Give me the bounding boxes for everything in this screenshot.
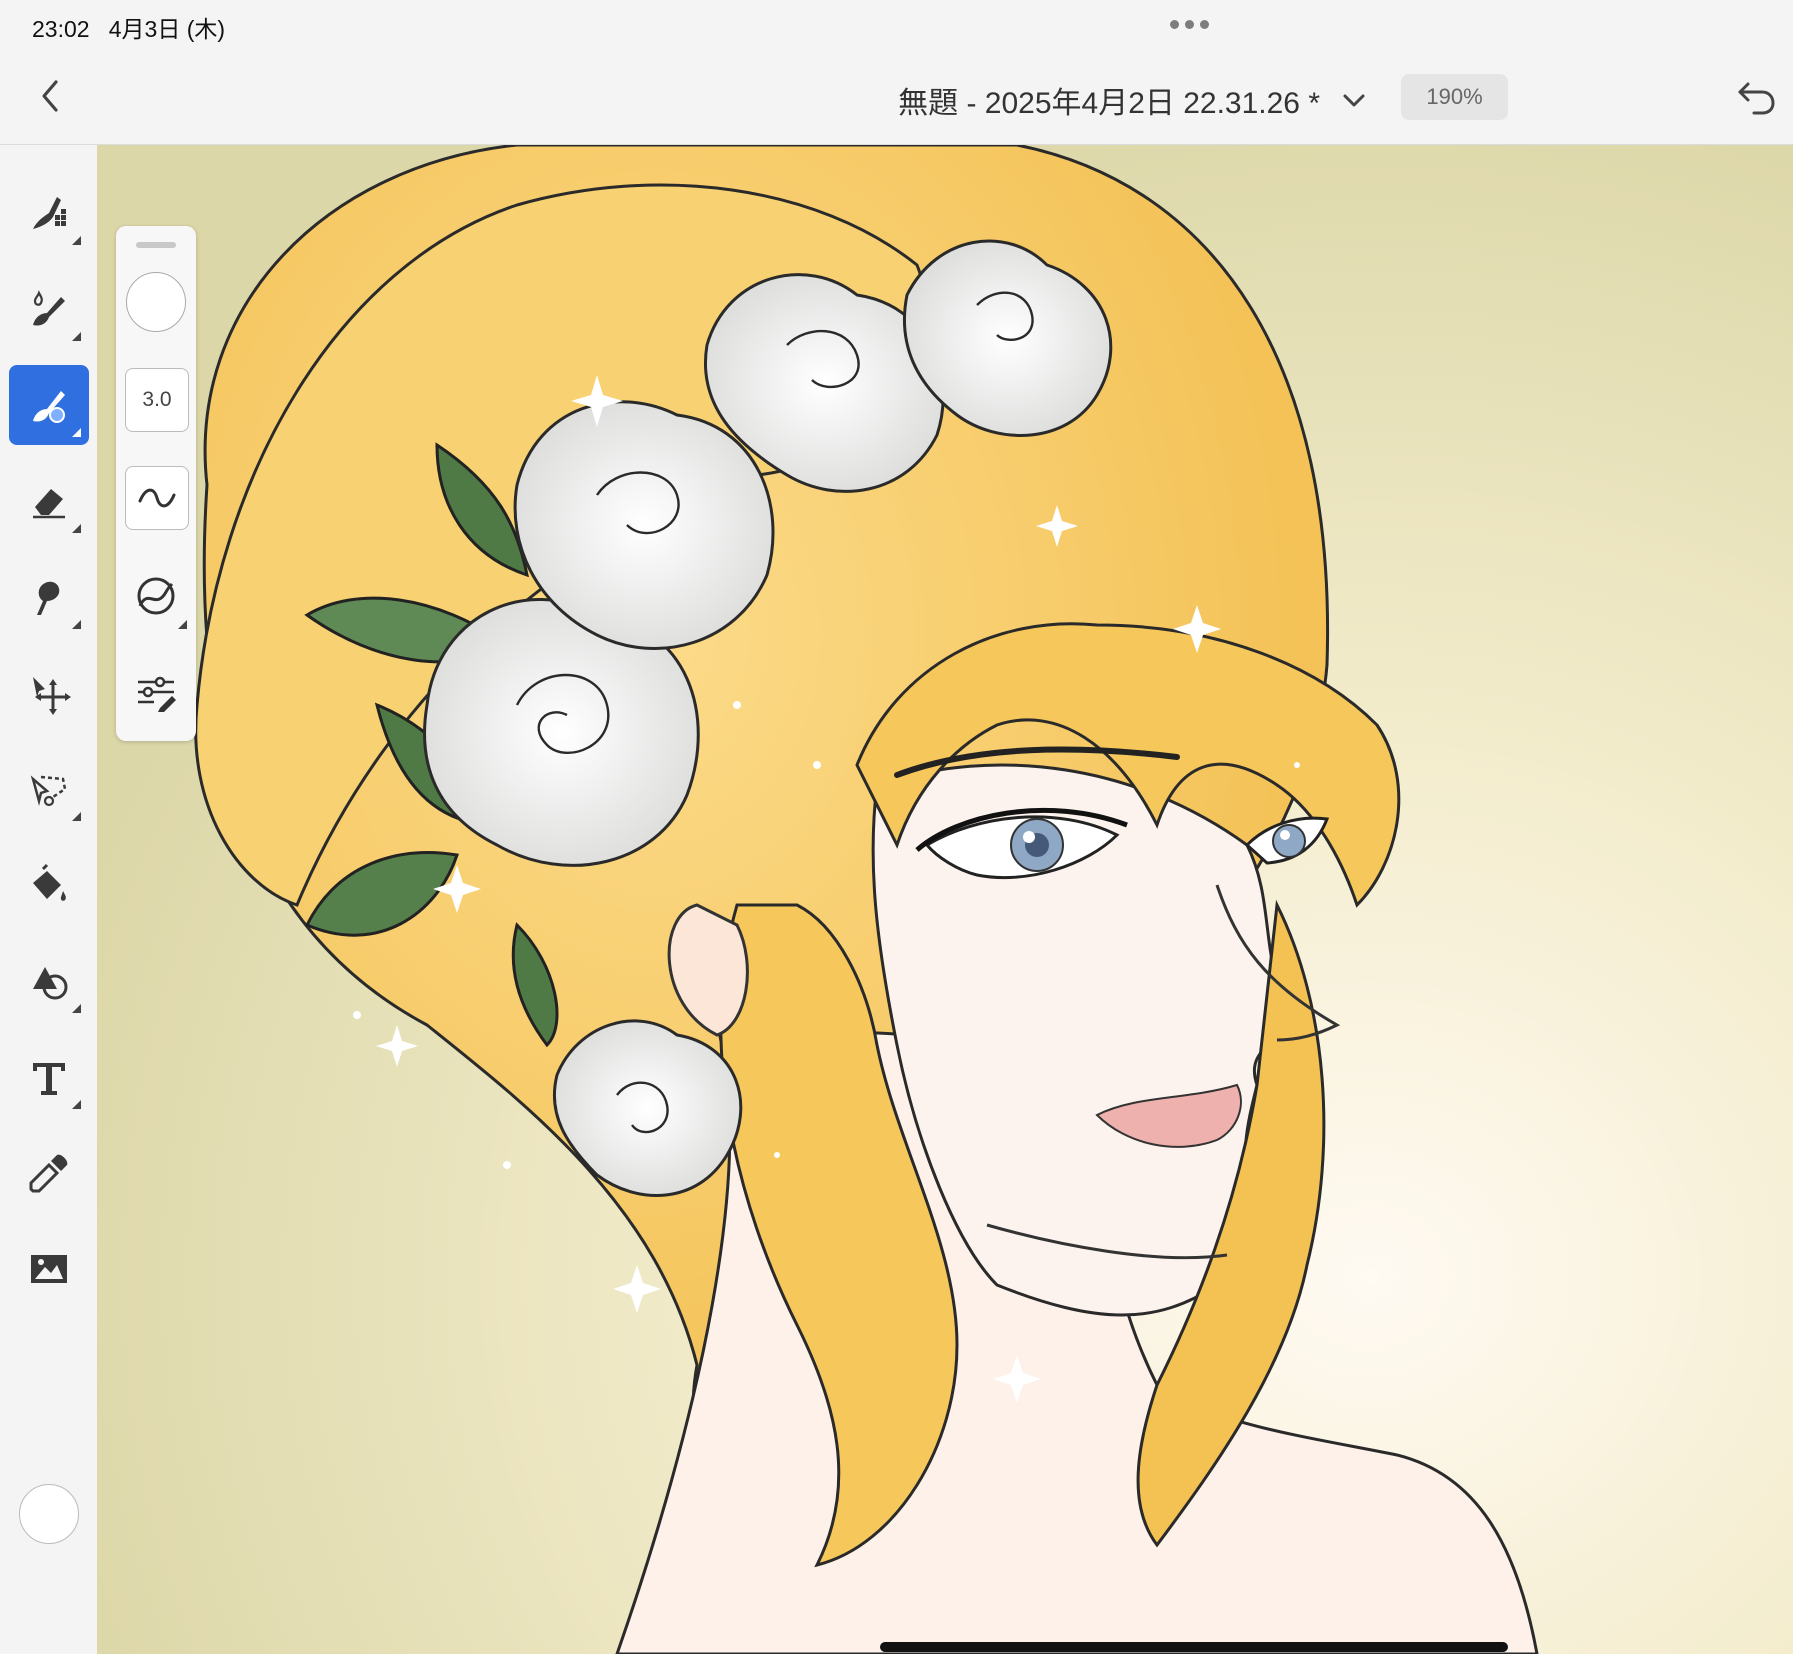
eraser-tool[interactable] xyxy=(9,461,89,541)
live-brush-tool[interactable] xyxy=(9,269,89,349)
submenu-indicator xyxy=(72,620,81,629)
drawing-canvas[interactable] xyxy=(97,145,1793,1654)
multitasking-dots-icon[interactable] xyxy=(1170,16,1218,30)
chevron-left-icon xyxy=(42,80,58,112)
place-image-tool[interactable] xyxy=(9,1229,89,1309)
status-time: 23:02 4月3日 (木) xyxy=(32,16,226,42)
pixel-brush-tool[interactable] xyxy=(9,173,89,253)
lasso-selection-icon xyxy=(30,775,67,807)
chevron-down-icon xyxy=(1343,94,1365,107)
status-bar: 23:02 4月3日 (木) xyxy=(0,0,1793,48)
brush-settings-icon[interactable] xyxy=(130,666,182,718)
smoothing-button[interactable] xyxy=(125,466,189,530)
submenu-indicator xyxy=(72,1100,81,1109)
shapes-icon xyxy=(33,967,68,1000)
smudge-tool[interactable] xyxy=(9,557,89,637)
live-brush-icon xyxy=(33,290,65,326)
vector-brush-tool[interactable] xyxy=(9,365,89,445)
back-button[interactable] xyxy=(30,72,74,120)
lasso-selection-tool[interactable] xyxy=(9,749,89,829)
brush-settings-panel: 3.0 xyxy=(116,226,196,741)
undo-button[interactable] xyxy=(1734,76,1778,120)
fill-bucket-tool[interactable] xyxy=(9,845,89,925)
home-indicator[interactable] xyxy=(880,1642,1508,1652)
text-icon xyxy=(33,1063,65,1095)
submenu-indicator xyxy=(72,812,81,821)
submenu-indicator xyxy=(72,428,81,437)
top-bar: 無題 - 2025年4月2日 22.31.26 * 190% xyxy=(0,48,1793,145)
shapes-tool[interactable] xyxy=(9,941,89,1021)
pressure-dynamics-icon[interactable] xyxy=(130,570,182,622)
document-title[interactable]: 無題 - 2025年4月2日 22.31.26 * xyxy=(800,78,1320,122)
submenu-indicator xyxy=(178,620,187,629)
place-image-icon xyxy=(31,1255,67,1283)
status-date: 4月3日 (木) xyxy=(108,16,226,42)
panel-drag-handle[interactable] xyxy=(136,242,176,248)
fill-bucket-icon xyxy=(33,863,66,901)
title-menu-button[interactable] xyxy=(1336,82,1372,118)
tool-sidebar xyxy=(0,145,97,1654)
current-color-swatch[interactable] xyxy=(19,1484,79,1544)
move-transform-tool[interactable] xyxy=(9,653,89,733)
smudge-icon xyxy=(37,581,60,615)
brush-color-swatch[interactable] xyxy=(126,272,186,332)
submenu-indicator xyxy=(72,332,81,341)
text-tool[interactable] xyxy=(9,1037,89,1117)
submenu-indicator xyxy=(72,236,81,245)
eyedropper-icon xyxy=(29,1154,68,1193)
zoom-level[interactable]: 190% xyxy=(1401,74,1508,120)
eyedropper-tool[interactable] xyxy=(9,1133,89,1213)
eraser-icon xyxy=(33,489,65,519)
submenu-indicator xyxy=(72,524,81,533)
vector-brush-icon xyxy=(33,391,65,423)
artwork-illustration xyxy=(97,145,1793,1654)
brush-size-field[interactable]: 3.0 xyxy=(125,368,189,432)
undo-icon xyxy=(1738,82,1775,115)
smoothing-icon xyxy=(138,488,176,508)
submenu-indicator xyxy=(72,1004,81,1013)
move-transform-icon xyxy=(33,677,71,715)
pixel-brush-icon xyxy=(33,197,66,229)
